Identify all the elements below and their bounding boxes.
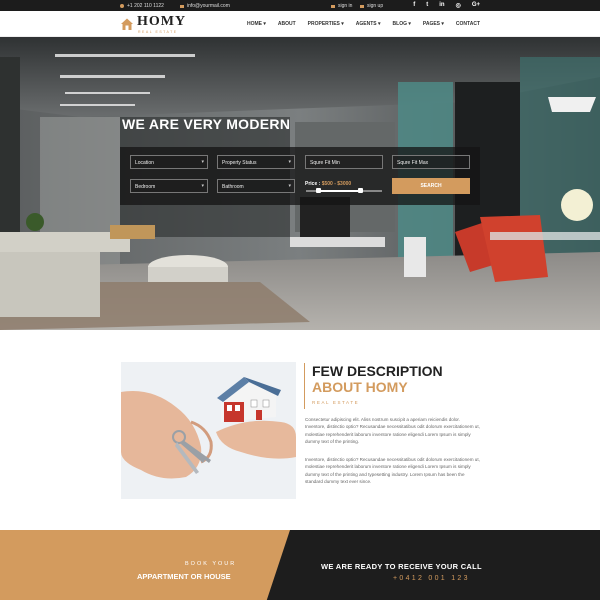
cta-banner: BOOK YOUR APPARTMENT OR HOUSE WE ARE REA… (0, 530, 600, 600)
slider-handle-max[interactable] (358, 188, 363, 193)
nav-menu: HOME ▾ ABOUT PROPERTIES ▾ AGENTS ▾ BLOG … (247, 21, 480, 27)
instagram-icon[interactable]: ◎ (456, 2, 461, 9)
property-status-label: Property Status (222, 160, 257, 166)
chevron-down-icon: ▾ (201, 183, 204, 189)
location-select[interactable]: Location ▾ (130, 155, 208, 169)
price-range-value: $500 - $3000 (321, 181, 352, 187)
price-range-slider[interactable] (306, 188, 382, 193)
signup-link[interactable]: sign up (360, 3, 383, 9)
chevron-down-icon: ▾ (288, 183, 291, 189)
twitter-icon[interactable]: t (426, 2, 428, 9)
mail-icon (180, 4, 184, 8)
google-plus-icon[interactable]: G+ (472, 2, 480, 9)
cta-book-title[interactable]: APPARTMENT OR HOUSE (137, 572, 231, 581)
social-links: f t in ◎ G+ (413, 2, 480, 9)
brand-logo[interactable]: HOMY REAL ESTATE (120, 14, 187, 34)
hero-title: WE ARE VERY MODERN (122, 116, 291, 132)
chevron-down-icon: ▾ (288, 159, 291, 165)
nav-item-properties[interactable]: PROPERTIES ▾ (308, 21, 344, 27)
nav-item-agents[interactable]: AGENTS ▾ (356, 21, 381, 27)
signin-label: sign in (338, 3, 353, 9)
slider-fill (318, 190, 360, 192)
about-paragraph-2: Inventore, distinctio optio? Recusandae … (305, 457, 480, 484)
bedroom-select[interactable]: Bedroom ▾ (130, 179, 208, 193)
linkedin-icon[interactable]: in (439, 2, 444, 9)
facebook-icon[interactable]: f (413, 2, 415, 9)
nav-item-pages[interactable]: PAGES ▾ (423, 21, 444, 27)
top-bar: +1 202 110 1122 info@yourmail.com sign i… (0, 0, 600, 11)
sqft-min-input[interactable]: Squre Fit Min (305, 155, 383, 169)
house-logo-icon (121, 18, 133, 30)
lock-icon (331, 4, 335, 8)
cta-call-title: WE ARE READY TO RECEIVE YOUR CALL (321, 562, 482, 571)
sqft-max-placeholder: Squre Fit Max (397, 160, 429, 166)
about-title-line1: FEW DESCRIPTION (312, 363, 443, 379)
signin-link[interactable]: sign in (331, 3, 352, 9)
bathroom-label: Bathroom (222, 184, 244, 190)
about-paragraph-1: Consectetur adipiscing elit. Aliss nostr… (305, 417, 480, 444)
price-range-label: Price : $500 - $3000 (305, 181, 351, 187)
bedroom-label: Bedroom (135, 184, 156, 190)
main-navbar: HOMY REAL ESTATE HOME ▾ ABOUT PROPERTIES… (0, 11, 600, 37)
bathroom-select[interactable]: Bathroom ▾ (217, 179, 295, 193)
phone-icon (120, 4, 124, 8)
cta-left-panel (0, 530, 290, 600)
location-label: Location (135, 160, 154, 166)
signup-label: sign up (367, 3, 384, 9)
house-keys-illustration (121, 362, 296, 499)
nav-item-about[interactable]: ABOUT (278, 21, 296, 27)
accent-divider (304, 363, 305, 409)
about-subtitle: REAL ESTATE (312, 400, 360, 405)
sqft-max-input[interactable]: Squre Fit Max (392, 155, 470, 169)
nav-item-blog[interactable]: BLOG ▾ (393, 21, 411, 27)
about-title-line2: ABOUT HOMY (312, 379, 408, 395)
cta-phone-number[interactable]: +0412 001 123 (393, 575, 470, 582)
nav-item-home[interactable]: HOME ▾ (247, 21, 266, 27)
brand-tagline: REAL ESTATE (138, 30, 178, 34)
nav-item-contact[interactable]: CONTACT (456, 21, 480, 27)
email-contact[interactable]: info@yourmail.com (180, 3, 230, 9)
email-text: info@yourmail.com (187, 3, 230, 9)
sqft-min-placeholder: Squre Fit Min (310, 160, 340, 166)
slider-handle-min[interactable] (316, 188, 321, 193)
cta-book-kicker: BOOK YOUR (185, 561, 237, 567)
house-keys-photo (121, 362, 296, 499)
user-icon (360, 4, 364, 8)
price-label: Price : (305, 181, 321, 187)
search-button[interactable]: SEARCH (392, 178, 470, 194)
brand-name: HOMY (137, 14, 187, 29)
phone-contact: +1 202 110 1122 (120, 3, 164, 9)
chevron-down-icon: ▾ (201, 159, 204, 165)
phone-text: +1 202 110 1122 (127, 3, 164, 9)
property-status-select[interactable]: Property Status ▾ (217, 155, 295, 169)
